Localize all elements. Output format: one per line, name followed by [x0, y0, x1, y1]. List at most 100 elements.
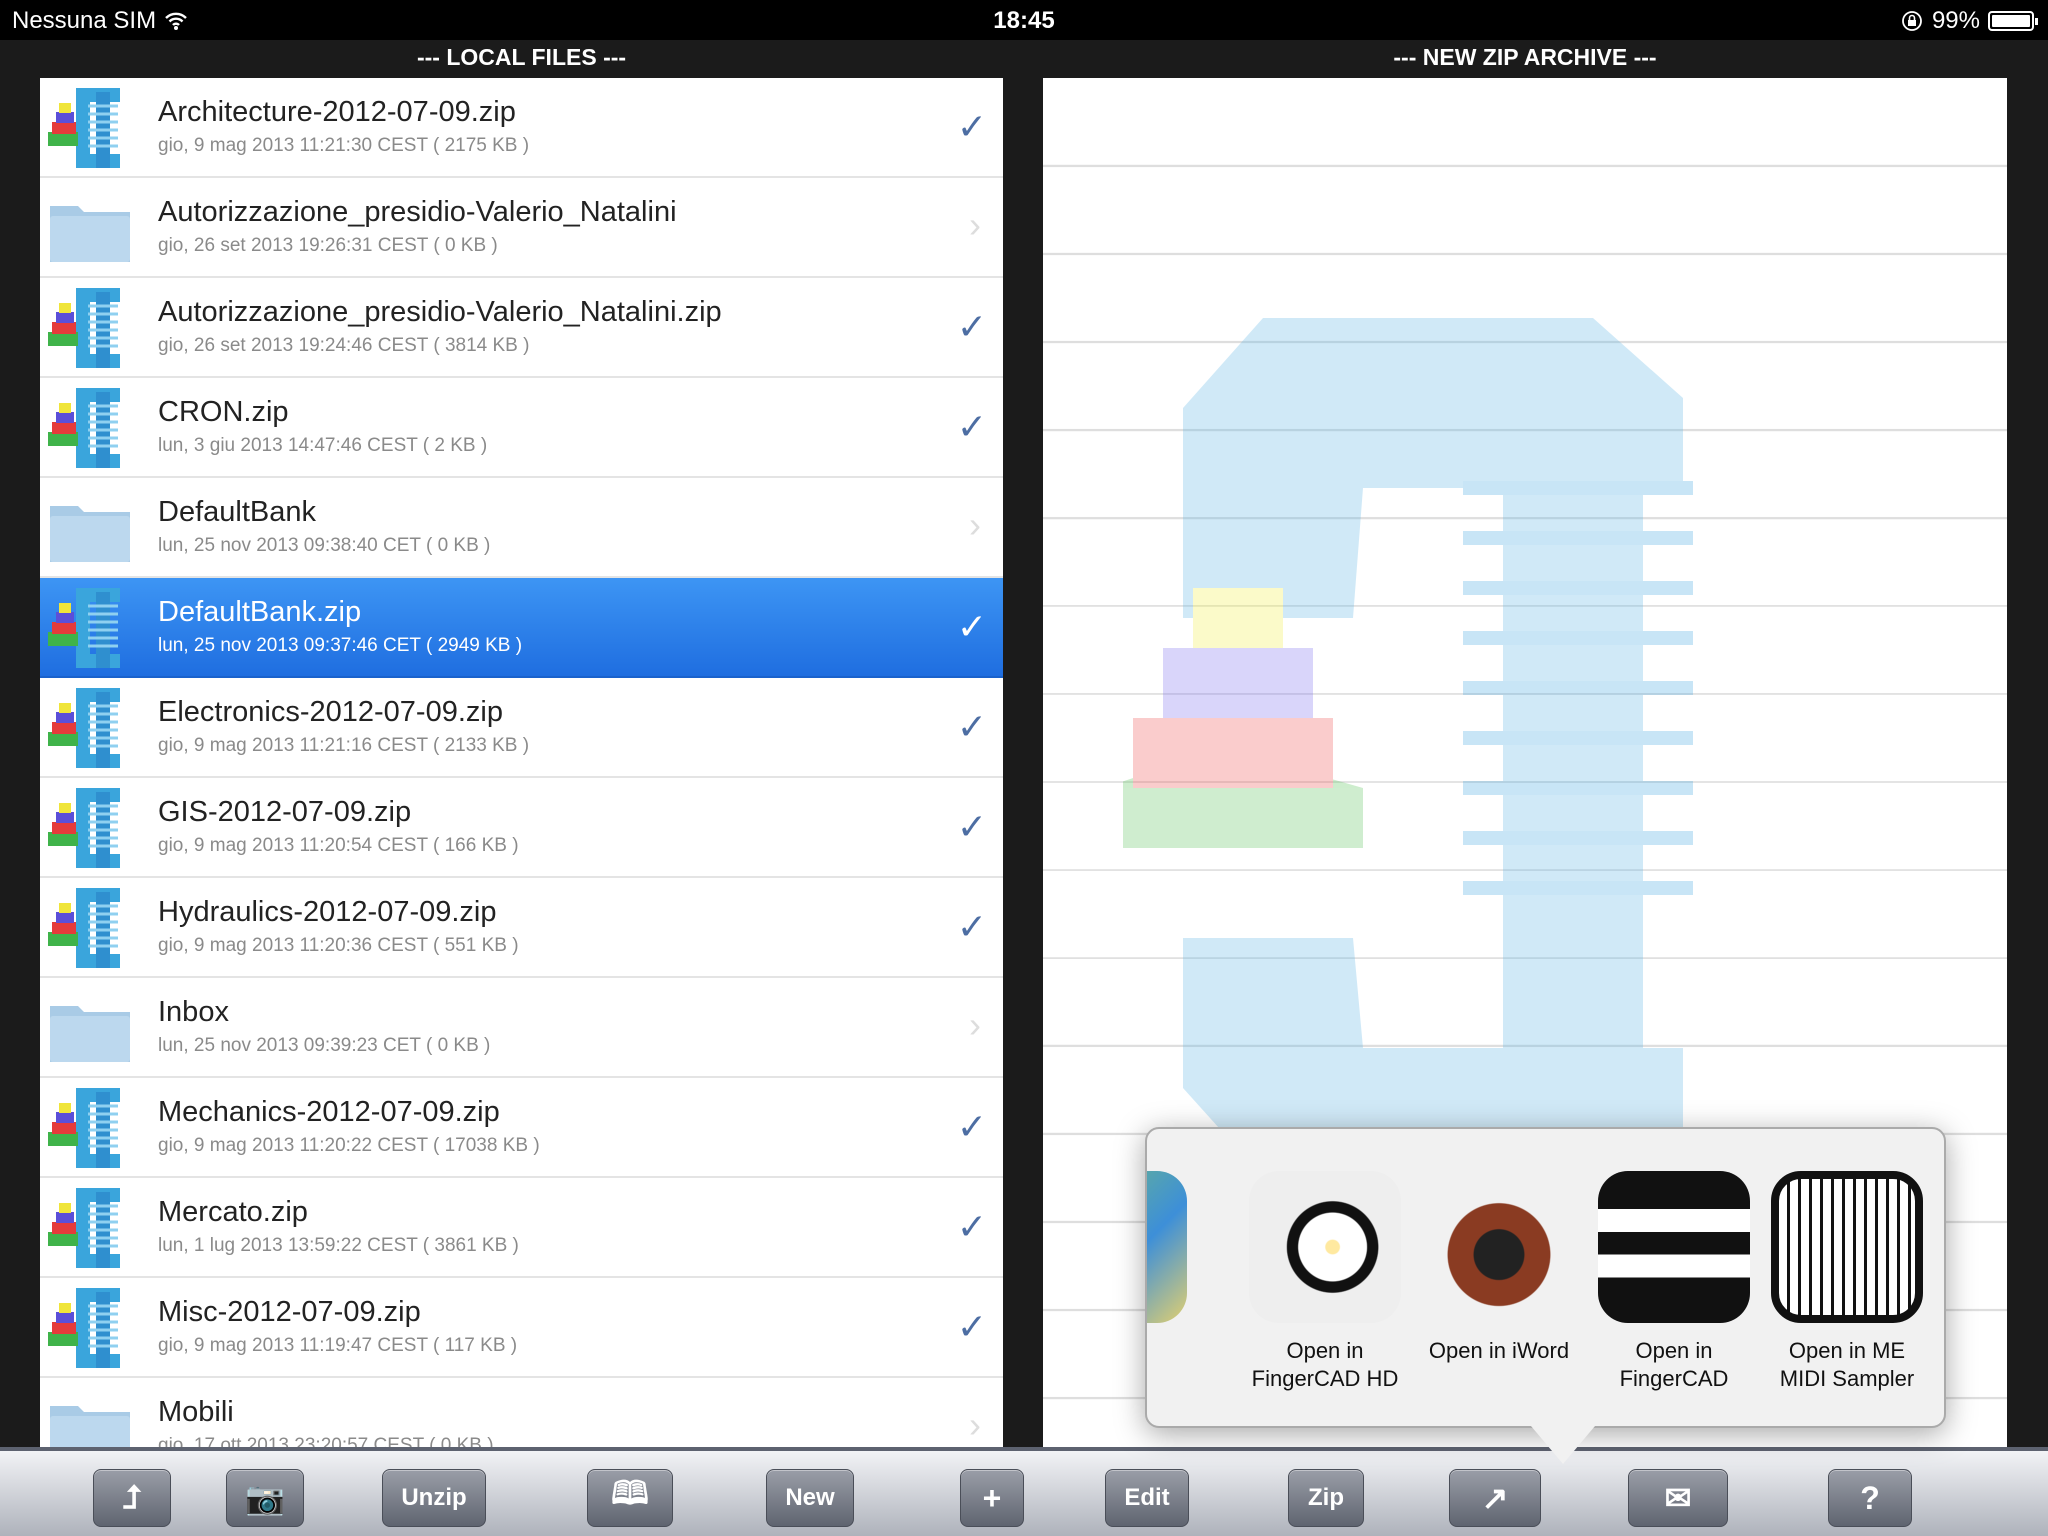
file-meta: lun, 25 nov 2013 09:39:23 CET ( 0 KB ) — [158, 1035, 491, 1056]
status-bar: Nessuna SIM 18:45 99% — [0, 0, 2048, 40]
open-in-app[interactable]: Open in iWord — [1409, 1171, 1589, 1365]
zip-archive-icon — [46, 884, 134, 972]
file-name: Hydraulics-2012-07-09.zip — [158, 896, 497, 928]
zip-archive-icon — [46, 84, 134, 172]
chevron-right-icon[interactable]: › — [969, 1004, 981, 1046]
checkmark-icon[interactable]: ✓ — [957, 306, 987, 348]
file-name: Mercato.zip — [158, 1196, 308, 1228]
file-row[interactable]: Misc-2012-07-09.zip gio, 9 mag 2013 11:19… — [40, 1278, 1003, 1378]
file-meta: gio, 17 ott 2013 23:20:57 CEST ( 0 KB ) — [158, 1435, 494, 1447]
open-in-app[interactable]: Open in ME MIDI Sampler — [1757, 1171, 1937, 1393]
file-row[interactable]: CRON.zip lun, 3 giu 2013 14:47:46 CEST ( … — [40, 378, 1003, 478]
rotation-lock-icon — [1902, 11, 1922, 31]
zip-archive-icon — [46, 584, 134, 672]
file-meta: lun, 1 lug 2013 13:59:22 CEST ( 3861 KB … — [158, 1235, 519, 1256]
checkmark-icon[interactable]: ✓ — [957, 106, 987, 148]
file-row[interactable]: GIS-2012-07-09.zip gio, 9 mag 2013 11:20:… — [40, 778, 1003, 878]
popover-arrow — [1531, 1426, 1595, 1464]
file-name: GIS-2012-07-09.zip — [158, 796, 412, 828]
file-row[interactable]: Mobili gio, 17 ott 2013 23:20:57 CEST ( 0… — [40, 1378, 1003, 1447]
chevron-right-icon[interactable]: › — [969, 504, 981, 546]
file-name: Misc-2012-07-09.zip — [158, 1296, 421, 1328]
me-midi-sampler-icon — [1771, 1171, 1923, 1323]
folder-icon — [46, 484, 134, 572]
app-label: en in erGIS — [1147, 1337, 1201, 1393]
zip-clamp-watermark-icon — [1123, 318, 1693, 1188]
file-row[interactable]: Mechanics-2012-07-09.zip gio, 9 mag 2013 … — [40, 1078, 1003, 1178]
folder-icon — [46, 1384, 134, 1447]
share-button[interactable]: ↗ — [1449, 1469, 1541, 1527]
mail-icon: ✉ — [1664, 1480, 1692, 1516]
file-name: Autorizzazione_presidio-Valerio_Natalini — [158, 196, 677, 228]
checkmark-icon[interactable]: ✓ — [957, 706, 987, 748]
up-folder-button[interactable]: ⮥ — [93, 1469, 171, 1527]
file-meta: gio, 9 mag 2013 11:21:30 CEST ( 2175 KB … — [158, 135, 530, 156]
plus-button[interactable]: + — [960, 1469, 1024, 1527]
clock: 18:45 — [993, 7, 1055, 34]
open-in-app[interactable]: Open in FingerCAD HD — [1235, 1171, 1415, 1393]
unzip-button[interactable]: Unzip — [382, 1469, 486, 1527]
local-files-header: --- LOCAL FILES --- — [416, 44, 627, 70]
file-name: Mobili — [158, 1396, 234, 1428]
app-label: Open in FingerCAD — [1619, 1338, 1729, 1391]
local-files-list[interactable]: Architecture-2012-07-09.zip gio, 9 mag 20… — [40, 78, 1003, 1447]
app-label: Open in iWord — [1428, 1338, 1570, 1363]
file-name: DefaultBank.zip — [158, 596, 362, 628]
checkmark-icon[interactable]: ✓ — [957, 906, 987, 948]
file-row[interactable]: Inbox lun, 25 nov 2013 09:39:23 CET ( 0 K… — [40, 978, 1003, 1078]
file-row[interactable]: Autorizzazione_presidio-Valerio_Natalini… — [40, 278, 1003, 378]
new-zip-archive-header: --- NEW ZIP ARCHIVE --- — [1393, 44, 1657, 70]
help-icon: ? — [1860, 1479, 1880, 1516]
edit-button[interactable]: Edit — [1105, 1469, 1189, 1527]
checkmark-icon[interactable]: ✓ — [957, 1306, 987, 1348]
zip-button[interactable]: Zip — [1288, 1469, 1364, 1527]
open-in-popover: en in erGIS Open in FingerCAD HD Open in i… — [1145, 1127, 1946, 1464]
open-in-app[interactable]: Open in FingerCAD — [1584, 1171, 1764, 1393]
checkmark-icon[interactable]: ✓ — [957, 1106, 987, 1148]
camera-button[interactable]: 📷 — [226, 1469, 304, 1527]
up-folder-icon: ⮥ — [122, 1479, 142, 1515]
zip-archive-icon — [46, 1184, 134, 1272]
zip-archive-icon — [46, 684, 134, 772]
file-row[interactable]: DefaultBank.zip lun, 25 nov 2013 09:37:46… — [40, 578, 1003, 678]
checkmark-icon[interactable]: ✓ — [957, 606, 987, 648]
file-meta: gio, 9 mag 2013 11:20:22 CEST ( 17038 KB… — [158, 1135, 540, 1156]
chevron-right-icon[interactable]: › — [969, 1404, 981, 1446]
new-button[interactable]: New — [766, 1469, 854, 1527]
file-meta: gio, 9 mag 2013 11:20:54 CEST ( 166 KB ) — [158, 835, 519, 856]
open-in-app[interactable]: en in erGIS — [1147, 1171, 1201, 1393]
camera-icon: 📷 — [245, 1480, 285, 1516]
file-row[interactable]: Electronics-2012-07-09.zip gio, 9 mag 201… — [40, 678, 1003, 778]
plus-icon: + — [982, 1479, 1002, 1516]
file-meta: lun, 3 giu 2013 14:47:46 CEST ( 2 KB ) — [158, 435, 488, 456]
book-icon: 🕮 — [611, 1475, 649, 1511]
fingercad-hd-icon — [1249, 1171, 1401, 1323]
checkmark-icon[interactable]: ✓ — [957, 406, 987, 448]
folder-icon — [46, 984, 134, 1072]
file-meta: lun, 25 nov 2013 09:37:46 CET ( 2949 KB … — [158, 635, 523, 656]
file-row[interactable]: Autorizzazione_presidio-Valerio_Natalini… — [40, 178, 1003, 278]
battery-percent: 99% — [1931, 7, 1980, 34]
file-row[interactable]: Mercato.zip lun, 1 lug 2013 13:59:22 CEST… — [40, 1178, 1003, 1278]
file-row[interactable]: Hydraulics-2012-07-09.zip gio, 9 mag 2013… — [40, 878, 1003, 978]
chevron-right-icon[interactable]: › — [969, 204, 981, 246]
file-row[interactable]: Architecture-2012-07-09.zip gio, 9 mag 20… — [40, 78, 1003, 178]
zip-archive-icon — [46, 1084, 134, 1172]
bottom-toolbar: ⮥ 📷 Unzip 🕮 New + Edit Zip ↗ ✉? — [0, 1447, 2048, 1536]
file-row[interactable]: DefaultBank lun, 25 nov 2013 09:38:40 CET… — [40, 478, 1003, 578]
book-button[interactable]: 🕮 — [587, 1469, 673, 1527]
file-name: DefaultBank — [158, 496, 316, 528]
help-button[interactable]: ? — [1828, 1469, 1912, 1527]
checkmark-icon[interactable]: ✓ — [957, 1206, 987, 1248]
mail-button[interactable]: ✉ — [1628, 1469, 1728, 1527]
file-meta: gio, 9 mag 2013 11:19:47 CEST ( 117 KB ) — [158, 1335, 518, 1356]
fingercad-icon — [1598, 1171, 1750, 1323]
file-name: Architecture-2012-07-09.zip — [158, 96, 516, 128]
file-meta: lun, 25 nov 2013 09:38:40 CET ( 0 KB ) — [158, 535, 491, 556]
zip-archive-icon — [46, 384, 134, 472]
checkmark-icon[interactable]: ✓ — [957, 806, 987, 848]
file-name: Mechanics-2012-07-09.zip — [158, 1096, 500, 1128]
file-meta: gio, 26 set 2013 19:24:46 CEST ( 3814 KB… — [158, 335, 530, 356]
file-meta: gio, 26 set 2013 19:26:31 CEST ( 0 KB ) — [158, 235, 498, 256]
file-meta: gio, 9 mag 2013 11:20:36 CEST ( 551 KB ) — [158, 935, 519, 956]
